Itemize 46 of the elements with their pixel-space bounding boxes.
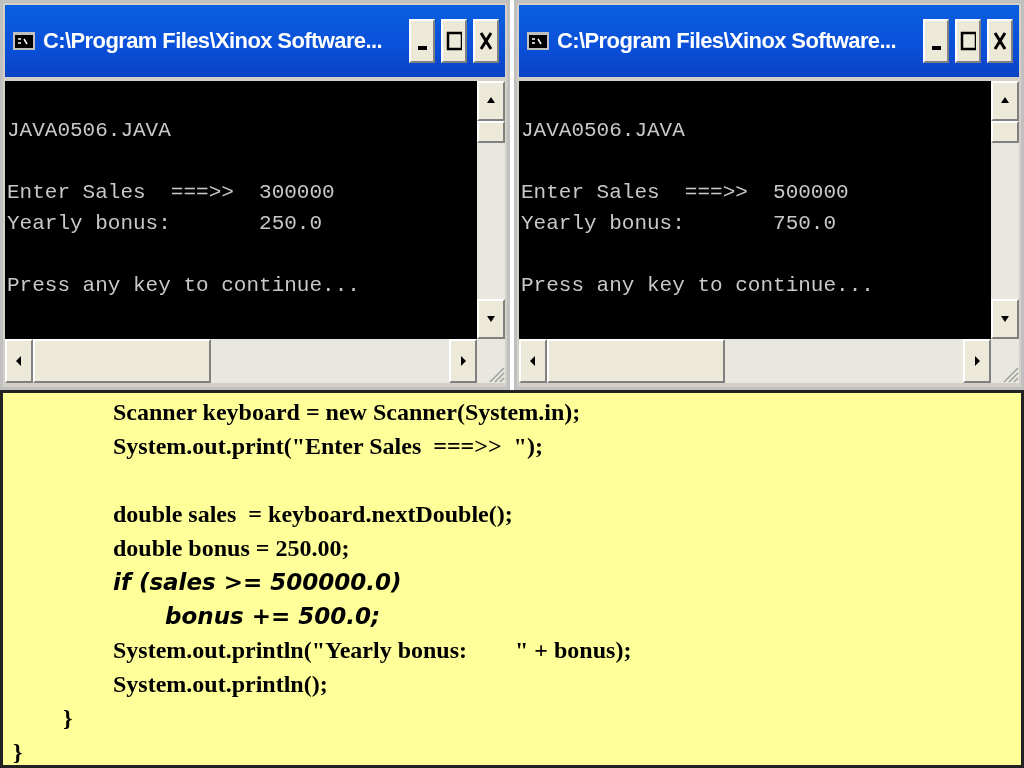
maximize-button[interactable] [955, 19, 981, 63]
window-title: C:\Program Files\Xinox Software... [557, 28, 897, 54]
scroll-up-button[interactable] [477, 81, 505, 121]
console-line: Yearly bonus: 250.0 [7, 211, 323, 237]
close-icon [992, 30, 1008, 52]
code-line: Scanner keyboard = new Scanner(System.in); [113, 398, 581, 427]
minimize-button[interactable] [409, 19, 435, 63]
scroll-right-button[interactable] [449, 339, 477, 383]
minimize-icon [417, 46, 427, 50]
console-icon [13, 32, 35, 50]
code-line: } [13, 738, 23, 767]
maximize-icon [960, 30, 976, 52]
scroll-thumb[interactable] [33, 339, 211, 383]
code-line: double sales = keyboard.nextDouble(); [113, 500, 513, 529]
window-title: C:\Program Files\Xinox Software... [43, 28, 383, 54]
scroll-left-button[interactable] [519, 339, 547, 383]
scroll-thumb[interactable] [477, 121, 505, 143]
close-icon [478, 30, 494, 52]
console-line: JAVA0506.JAVA [7, 118, 171, 144]
code-line: System.out.println(); [113, 670, 328, 699]
code-line: System.out.print("Enter Sales ===>> "); [113, 432, 543, 461]
code-line: double bonus = 250.00; [113, 534, 350, 563]
code-line: bonus += 500.0; [165, 602, 381, 631]
code-line: System.out.println("Yearly bonus: " + bonus); [113, 636, 632, 665]
scroll-down-button[interactable] [477, 299, 505, 339]
maximize-button[interactable] [441, 19, 467, 63]
console-line: Enter Sales ===>> 500000 [521, 180, 849, 206]
code-line: if (sales >= 500000.0) [113, 568, 402, 597]
scroll-thumb[interactable] [991, 121, 1019, 143]
code-line: } [63, 704, 73, 733]
console-line: JAVA0506.JAVA [521, 118, 685, 144]
console-line: Press any key to continue... [521, 273, 874, 299]
console-icon [527, 32, 549, 50]
console-line: Enter Sales ===>> 300000 [7, 180, 335, 206]
console-line: Yearly bonus: 750.0 [521, 211, 837, 237]
console-line: Press any key to continue... [7, 273, 360, 299]
scroll-up-button[interactable] [991, 81, 1019, 121]
scroll-right-button[interactable] [963, 339, 991, 383]
maximize-icon [446, 30, 462, 52]
scroll-left-button[interactable] [5, 339, 33, 383]
close-button[interactable] [473, 19, 499, 63]
minimize-button[interactable] [923, 19, 949, 63]
scroll-thumb[interactable] [547, 339, 725, 383]
scroll-down-button[interactable] [991, 299, 1019, 339]
close-button[interactable] [987, 19, 1013, 63]
minimize-icon [931, 46, 941, 50]
